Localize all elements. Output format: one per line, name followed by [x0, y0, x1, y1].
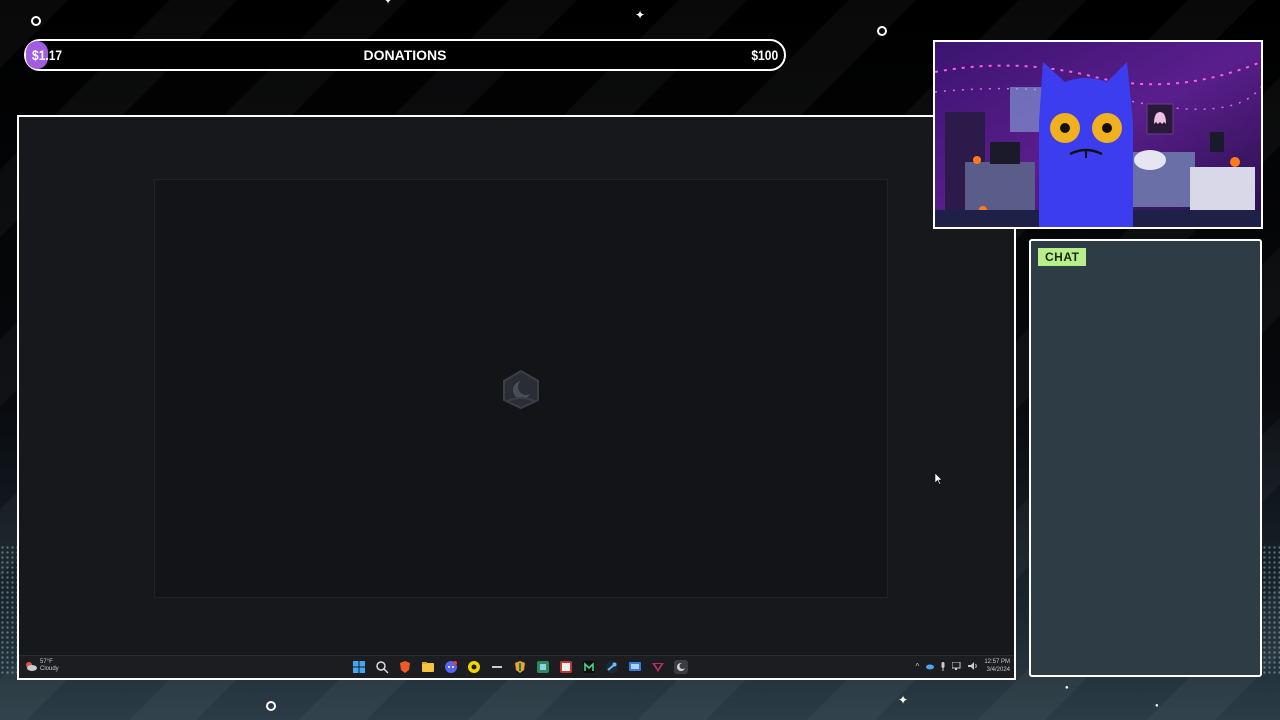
clock-date: 3/4/2024 — [986, 667, 1010, 673]
donation-goal-bar: $1.17 DONATIONS $100 — [24, 39, 786, 71]
ai-assistant-icon[interactable] — [467, 660, 481, 674]
sparkle-dot-icon: ● — [1155, 703, 1159, 709]
clock-time: 12:57 PM — [984, 659, 1010, 665]
mouse-cursor-icon — [935, 473, 943, 485]
weather-temperature: 57°F — [40, 659, 53, 665]
chevron-up-icon[interactable]: ^ — [916, 662, 920, 671]
weather-widget[interactable]: 57°F Cloudy — [25, 659, 59, 673]
chat-panel[interactable]: CHAT — [1029, 239, 1262, 677]
brave-browser-icon[interactable] — [398, 660, 412, 674]
dot-pattern — [1262, 545, 1280, 675]
lamp — [1210, 132, 1224, 152]
monitor — [990, 142, 1020, 164]
steam-icon[interactable] — [605, 660, 619, 674]
file-explorer-icon[interactable] — [421, 660, 435, 674]
cat-avatar — [1039, 62, 1133, 227]
cloudy-weather-icon — [26, 662, 37, 671]
sparkle-ring-icon — [877, 26, 887, 36]
system-tray: ^ 12:57 PM 3/4/2024 — [916, 658, 1010, 674]
photos-app-icon[interactable] — [536, 660, 550, 674]
desk — [965, 162, 1035, 212]
sparkle-icon: ✦ — [635, 8, 646, 22]
media-app-icon[interactable] — [674, 660, 688, 674]
moon-house-logo-icon — [503, 369, 539, 410]
taskbar-clock[interactable]: 12:57 PM 3/4/2024 — [984, 658, 1010, 674]
network-icon[interactable] — [952, 662, 962, 670]
sparkle-ring-icon — [266, 701, 276, 711]
taskbar: 57°F Cloudy ^ 12:57 PM 3/4/2024 — [19, 655, 1014, 678]
sparkle-icon: ✦ — [898, 693, 909, 707]
sparkle-dot-icon: ● — [1065, 685, 1069, 691]
chat-label: CHAT — [1038, 248, 1087, 266]
onedrive-icon[interactable] — [925, 663, 935, 670]
donation-goal-amount: $100 — [751, 47, 778, 63]
webcam-scene — [935, 42, 1261, 227]
pumpkin — [1230, 157, 1240, 167]
game-launcher-icon[interactable] — [559, 660, 573, 674]
shield-app-icon[interactable] — [513, 660, 527, 674]
monitor-app-icon[interactable] — [628, 660, 642, 674]
app-window[interactable] — [154, 179, 888, 598]
discord-icon[interactable] — [444, 660, 458, 674]
weather-description: Cloudy — [40, 666, 59, 672]
screen-capture-frame: 57°F Cloudy ^ 12:57 PM 3/4/2024 — [17, 115, 1016, 680]
windows-start-icon[interactable] — [352, 660, 366, 674]
pumpkin — [973, 156, 981, 164]
donation-title: DONATIONS — [363, 47, 447, 63]
plush-toy — [1134, 150, 1166, 170]
vpn-app-icon[interactable] — [651, 660, 665, 674]
search-icon[interactable] — [375, 660, 389, 674]
sparkle-ring-icon — [31, 16, 41, 26]
volume-icon[interactable] — [968, 662, 978, 670]
taskbar-pinned-apps — [352, 660, 688, 674]
sparkle-icon: ✦ — [383, 0, 394, 7]
microphone-icon[interactable] — [940, 661, 946, 671]
live-app-icon[interactable] — [490, 660, 504, 674]
m-app-icon[interactable] — [582, 660, 596, 674]
webcam-frame — [933, 40, 1263, 229]
